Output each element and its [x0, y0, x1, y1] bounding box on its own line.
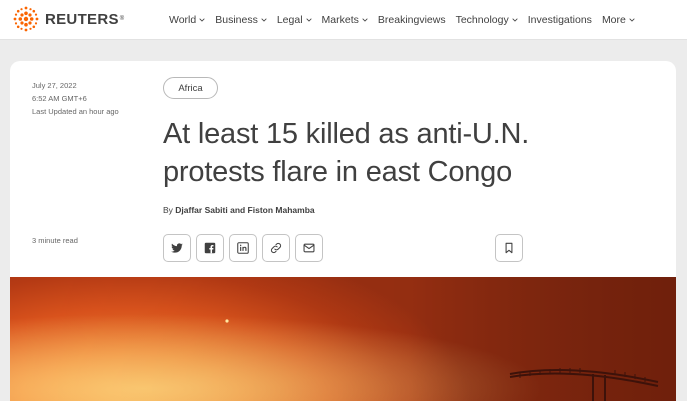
chevron-down-icon [512, 17, 518, 23]
twitter-icon [171, 243, 183, 253]
nav-item-more[interactable]: More [602, 14, 635, 26]
main-nav: World Business Legal Markets Breakingviews Te… [169, 0, 645, 40]
nav-item-label: Business [215, 14, 258, 26]
spark [225, 319, 229, 323]
nav-item-world[interactable]: World [169, 14, 205, 26]
share-email-button[interactable] [295, 234, 323, 262]
section-tag-africa[interactable]: Africa [163, 77, 218, 99]
nav-item-label: Breakingviews [377, 14, 446, 26]
bookmark-button[interactable] [495, 234, 523, 262]
article-headline: At least 15 killed as anti-U.N. protests… [163, 118, 530, 188]
byline-prefix: By [163, 205, 173, 215]
chevron-down-icon [261, 17, 267, 23]
nav-item-markets[interactable]: Markets [322, 14, 368, 26]
share-linkedin-button[interactable] [229, 234, 257, 262]
nav-item-investigations[interactable]: Investigations [528, 14, 592, 26]
chevron-down-icon [306, 17, 312, 23]
registered-mark: ® [119, 16, 125, 22]
chevron-down-icon [362, 17, 368, 23]
article-card: July 27, 2022 6:52 AM GMT+6 Last Updated… [10, 61, 676, 401]
nav-item-legal[interactable]: Legal [277, 14, 312, 26]
byline-authors[interactable]: Djaffar Sabiti and Fiston Mahamba [175, 205, 314, 215]
brand-name: REUTERS [45, 10, 119, 28]
photo-scene [10, 277, 676, 401]
last-updated: Last Updated an hour ago [32, 107, 119, 116]
chevron-down-icon [199, 17, 205, 23]
article-meta: July 27, 2022 6:52 AM GMT+6 Last Updated… [32, 79, 119, 118]
reuters-logo[interactable]: REUTERS ® [10, 5, 124, 33]
email-icon [303, 243, 315, 253]
share-facebook-button[interactable] [196, 234, 224, 262]
chevron-down-icon [629, 17, 635, 23]
nav-item-label: More [601, 14, 626, 26]
publish-date: July 27, 2022 [32, 81, 77, 90]
facebook-icon [204, 242, 216, 254]
nav-item-business[interactable]: Business [215, 14, 267, 26]
linkedin-icon [237, 242, 249, 254]
reuters-logo-icon [13, 6, 39, 32]
link-icon [270, 242, 282, 254]
top-navigation-bar: REUTERS ® World Business Legal Markets Breaki… [0, 0, 687, 40]
nav-item-breakingviews[interactable]: Breakingviews [378, 14, 446, 26]
read-time: 3 minute read [32, 236, 78, 245]
nav-item-label: Investigations [527, 14, 592, 26]
bookmark-icon [505, 242, 513, 254]
share-twitter-button[interactable] [163, 234, 191, 262]
share-link-button[interactable] [262, 234, 290, 262]
publish-time: 6:52 AM GMT+6 [32, 94, 87, 103]
nav-item-label: Technology [455, 14, 509, 26]
byline: By Djaffar Sabiti and Fiston Mahamba [163, 205, 315, 215]
lead-photo [10, 277, 676, 401]
nav-item-label: Legal [276, 14, 303, 26]
nav-item-label: World [169, 14, 197, 26]
nav-item-label: Markets [321, 14, 359, 26]
nav-item-technology[interactable]: Technology [456, 14, 518, 26]
